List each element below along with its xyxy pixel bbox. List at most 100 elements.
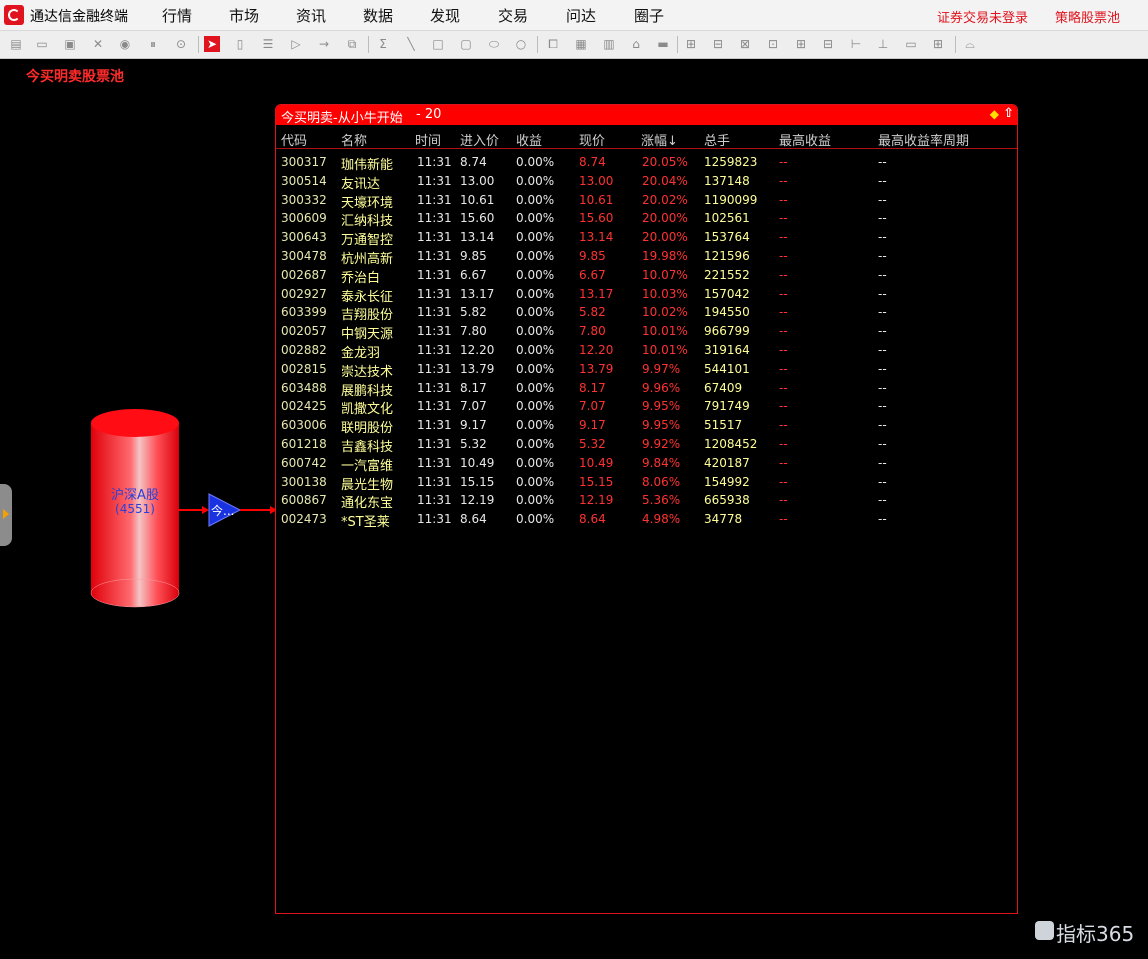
table-row[interactable]: 002927 泰永长征 11:31 13.17 0.00% 13.17 10.03% 1570… [276, 286, 1017, 305]
align-center-icon[interactable]: ⊟ [710, 36, 726, 52]
table-row[interactable]: 002473 *ST圣莱 11:31 8.64 0.00% 8.64 4.98% 34778 -… [276, 511, 1017, 530]
cell-change: 19.98% [642, 248, 688, 263]
copy-icon[interactable]: ⧠ [545, 36, 561, 52]
cell-name: 通化东宝 [341, 496, 394, 512]
strategy-pool-link[interactable]: 策略股票池 [1055, 7, 1120, 26]
menu-data[interactable]: 数据 [363, 5, 393, 26]
table-row[interactable]: 300609 汇纳科技 11:31 15.60 0.00% 15.60 20.00% 1025… [276, 210, 1017, 229]
cell-max-gain-period: -- [878, 493, 887, 508]
up-arrow-icon[interactable]: ⇧ [1003, 106, 1014, 121]
same-height-icon[interactable]: ⊥ [875, 36, 891, 52]
align-bottom-icon[interactable]: ⊟ [820, 36, 836, 52]
table-row[interactable]: 601218 吉鑫科技 11:31 5.32 0.00% 5.32 9.92% 1208452… [276, 436, 1017, 455]
col-gain[interactable]: 收益 [516, 130, 542, 149]
cell-time: 11:31 [417, 211, 452, 226]
table-row[interactable]: 300478 杭州高新 11:31 9.85 0.00% 9.85 19.98% 121596… [276, 248, 1017, 267]
stop-icon[interactable]: ⊙ [173, 36, 189, 52]
table-row[interactable]: 603399 吉翔股份 11:31 5.82 0.00% 5.82 10.02% 194550… [276, 304, 1017, 323]
tree-icon[interactable]: ⌓ [962, 36, 978, 52]
cell-name: 晨光生物 [341, 477, 394, 493]
same-width-icon[interactable]: ⊢ [848, 36, 864, 52]
side-panel-toggle[interactable] [0, 484, 12, 546]
table-row[interactable]: 002815 崇达技术 11:31 13.79 0.00% 13.79 9.97% 54410… [276, 361, 1017, 380]
table-row[interactable]: 300332 天壕环境 11:31 10.61 0.00% 10.61 20.02% 1190… [276, 192, 1017, 211]
cell-price: 12.20 [579, 342, 614, 357]
format-icon[interactable]: ⌂ [628, 36, 644, 52]
delete-icon[interactable]: ✕ [90, 36, 106, 52]
align-top-icon[interactable]: ⊡ [765, 36, 781, 52]
table-row[interactable]: 300514 友讯达 11:31 13.00 0.00% 13.00 20.04% 13714… [276, 173, 1017, 192]
align-left-icon[interactable]: ⊞ [683, 36, 699, 52]
table-row[interactable]: 300317 珈伟新能 11:31 8.74 0.00% 8.74 20.05% 125982… [276, 154, 1017, 173]
menu-quotes[interactable]: 行情 [162, 5, 192, 26]
table-row[interactable]: 002882 金龙羽 11:31 12.20 0.00% 12.20 10.01% 31916… [276, 342, 1017, 361]
list-icon[interactable]: ☰ [260, 36, 276, 52]
table-row[interactable]: 600742 一汽富维 11:31 10.49 0.00% 10.49 9.84% 42018… [276, 455, 1017, 474]
col-change[interactable]: 涨幅↓ [641, 130, 678, 149]
circle-icon[interactable]: ○ [513, 36, 529, 52]
col-entry-price[interactable]: 进入价 [460, 130, 499, 149]
col-max-gain-period[interactable]: 最高收益率周期 [878, 130, 969, 149]
cell-name: *ST圣莱 [341, 515, 390, 531]
col-name[interactable]: 名称 [341, 130, 367, 149]
trade-login-status[interactable]: 证券交易未登录 [937, 7, 1028, 26]
table-row[interactable]: 600867 通化东宝 11:31 12.19 0.00% 12.19 5.36% 66593… [276, 492, 1017, 511]
pause-icon[interactable]: ⏸ [145, 36, 161, 52]
save-icon[interactable]: ▣ [62, 36, 78, 52]
menu-news[interactable]: 资讯 [296, 5, 326, 26]
menu-circle[interactable]: 圈子 [634, 5, 664, 26]
align-middle-icon[interactable]: ⊞ [793, 36, 809, 52]
table-row[interactable]: 603006 联明股份 11:31 9.17 0.00% 9.17 9.95% 51517 --… [276, 417, 1017, 436]
cell-max-gain-period: -- [878, 324, 887, 339]
table-row[interactable]: 002687 乔治白 11:31 6.67 0.00% 6.67 10.07% 221552 -… [276, 267, 1017, 286]
result-window-titlebar[interactable]: 今买明卖-从小牛开始 - 20 ◆ ⇧ [276, 105, 1017, 126]
paste-icon[interactable]: ▦ [573, 36, 589, 52]
ellipse-icon[interactable]: ⬭ [486, 36, 502, 52]
cell-name: 汇纳科技 [341, 214, 394, 230]
table-row[interactable]: 002057 中钢天源 11:31 7.80 0.00% 7.80 10.01% 966799… [276, 323, 1017, 342]
trash-icon[interactable]: ▥ [601, 36, 617, 52]
menu-discover[interactable]: 发现 [430, 5, 460, 26]
cell-price: 6.67 [579, 267, 606, 282]
cell-max-gain: -- [779, 418, 788, 433]
cell-change: 9.95% [642, 399, 681, 414]
menu-ask[interactable]: 问达 [566, 5, 596, 26]
line-icon[interactable]: ╲ [403, 36, 419, 52]
same-size-icon[interactable]: ▭ [903, 36, 919, 52]
round-rect-icon[interactable]: ▢ [458, 36, 474, 52]
col-code[interactable]: 代码 [281, 130, 307, 149]
table-row[interactable]: 300643 万通智控 11:31 13.14 0.00% 13.14 20.00% 1537… [276, 229, 1017, 248]
pointer-icon[interactable]: ➤ [204, 36, 220, 52]
menu-market[interactable]: 市场 [229, 5, 259, 26]
table-row[interactable]: 002425 凯撒文化 11:31 7.07 0.00% 7.07 9.95% 791749 -… [276, 398, 1017, 417]
play-icon[interactable]: ◉ [117, 36, 133, 52]
col-time[interactable]: 时间 [415, 130, 441, 149]
triangle-icon[interactable]: ▷ [288, 36, 304, 52]
arrow-icon[interactable]: → [316, 36, 332, 52]
cell-change: 10.01% [642, 324, 688, 339]
menu-trade[interactable]: 交易 [498, 5, 528, 26]
cell-time: 11:31 [417, 361, 452, 376]
cell-volume: 153764 [704, 230, 750, 245]
rect-icon[interactable]: □ [430, 36, 446, 52]
grid-icon[interactable]: ⊞ [930, 36, 946, 52]
diamond-pin-icon[interactable]: ◆ [990, 107, 999, 121]
new-doc-icon[interactable]: ▤ [8, 36, 24, 52]
cell-max-gain: -- [779, 342, 788, 357]
align-right-icon[interactable]: ⊠ [737, 36, 753, 52]
table-row[interactable]: 603488 展鹏科技 11:31 8.17 0.00% 8.17 9.96% 67409 --… [276, 380, 1017, 399]
hline-icon[interactable]: ▬ [655, 36, 671, 52]
cell-max-gain-period: -- [878, 512, 887, 527]
col-price[interactable]: 现价 [579, 130, 605, 149]
formula-icon[interactable]: Σ [375, 36, 391, 52]
cell-max-gain-period: -- [878, 418, 887, 433]
col-volume[interactable]: 总手 [704, 130, 730, 149]
table-row[interactable]: 300138 晨光生物 11:31 15.15 0.00% 15.15 8.06% 15499… [276, 474, 1017, 493]
col-max-gain[interactable]: 最高收益 [779, 130, 831, 149]
rounded-rect-icon[interactable]: ▯ [232, 36, 248, 52]
strategy-node-label[interactable]: 今... [211, 502, 234, 519]
component-icon[interactable]: ⧉ [344, 36, 360, 52]
cell-max-gain: -- [779, 286, 788, 301]
open-folder-icon[interactable]: ▭ [34, 36, 50, 52]
cell-entry-price: 12.20 [460, 342, 495, 357]
